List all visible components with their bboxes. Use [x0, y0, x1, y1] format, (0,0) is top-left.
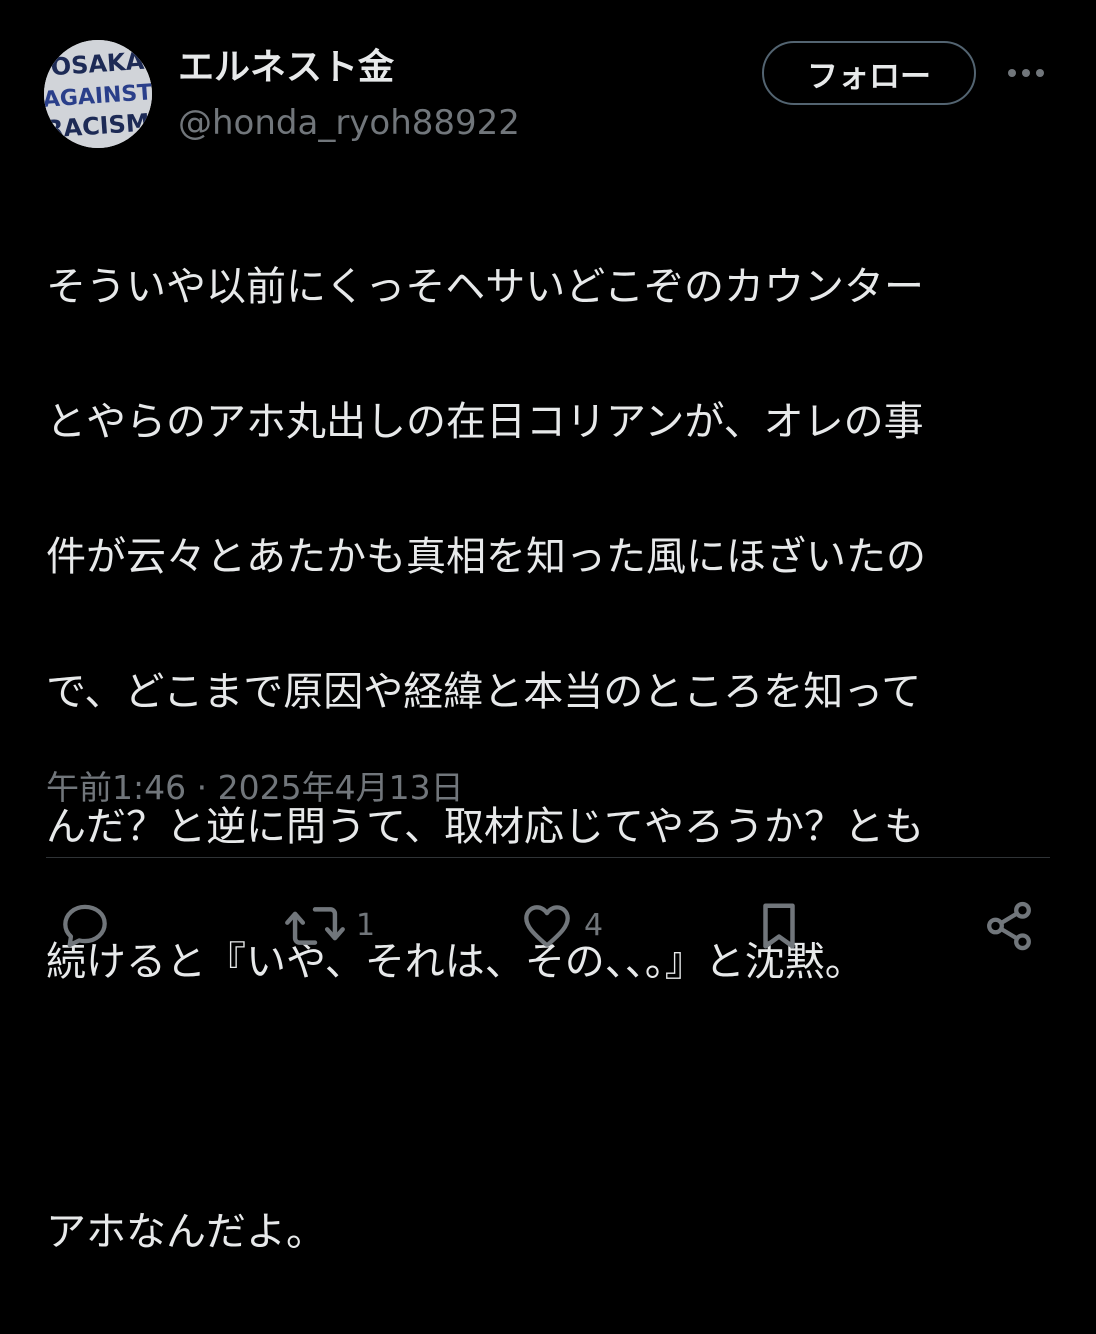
bookmark-button[interactable]	[752, 896, 806, 956]
more-options-button[interactable]	[1002, 56, 1050, 90]
bookmark-icon	[763, 903, 795, 949]
like-count: 4	[584, 908, 604, 943]
meta-separator: ·	[186, 768, 218, 807]
tweet-text-line: で、どこまで原因や経緯と本当のところを知って	[46, 668, 922, 715]
more-dots-icon	[1008, 69, 1044, 77]
tweet-text-line: そういや以前にくっそヘサいどこぞのカウンター	[46, 263, 924, 310]
tweet-text-line: 件が云々とあたかも真相を知った風にほざいたの	[46, 533, 926, 580]
tweet-card: OSAKA AGAINST RACISM エルネスト金 @honda_ryoh8…	[0, 0, 1096, 1255]
tweet-text-line: アホなんだよ。	[46, 1208, 326, 1255]
tweet-date[interactable]: 2025年4月13日	[218, 768, 464, 807]
avatar-text-line-3: RACISM	[44, 108, 150, 143]
tweet-time[interactable]: 午前1:46	[46, 768, 186, 807]
avatar-image: OSAKA AGAINST RACISM	[44, 40, 152, 148]
like-button[interactable]: 4	[520, 896, 603, 956]
reply-icon	[63, 904, 107, 948]
retweet-icon	[285, 907, 345, 945]
follow-button[interactable]: フォロー	[762, 41, 976, 105]
reply-button[interactable]	[58, 896, 112, 956]
display-name[interactable]: エルネスト金	[178, 44, 394, 92]
avatar[interactable]: OSAKA AGAINST RACISM	[44, 40, 152, 148]
share-button[interactable]	[982, 896, 1036, 956]
tweet-timestamp: 午前1:46 · 2025年4月13日	[46, 760, 464, 816]
tweet-text-line: とやらのアホ丸出しの在日コリアンが、オレの事	[46, 398, 924, 445]
heart-icon	[524, 905, 570, 947]
retweet-button[interactable]: 1	[284, 896, 375, 956]
retweet-count: 1	[356, 908, 376, 943]
handle[interactable]: @honda_ryoh88922	[178, 100, 520, 146]
share-icon	[987, 901, 1031, 951]
divider	[46, 857, 1050, 858]
